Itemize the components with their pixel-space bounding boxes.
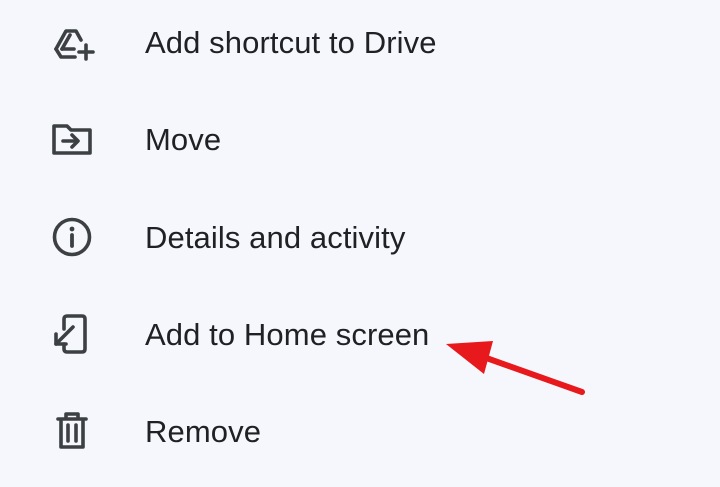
move-folder-icon [48,115,96,163]
info-icon [48,213,96,261]
menu-item-add-to-home-screen[interactable]: Add to Home screen [0,286,720,383]
menu-item-details-and-activity[interactable]: Details and activity [0,189,720,286]
menu-item-label: Add shortcut to Drive [145,25,437,60]
menu-item-add-shortcut-to-drive[interactable]: Add shortcut to Drive [0,0,720,91]
add-to-drive-icon [48,18,96,66]
menu-item-label: Remove [145,414,262,449]
menu-item-label: Add to Home screen [145,317,430,352]
add-to-home-screen-icon [48,310,96,358]
context-menu: Add shortcut to Drive Move Details and a… [0,0,720,487]
trash-icon [48,407,96,455]
menu-item-label: Details and activity [145,220,406,255]
menu-item-move[interactable]: Move [0,91,720,188]
menu-item-label: Move [145,122,222,157]
menu-item-remove[interactable]: Remove [0,383,720,480]
